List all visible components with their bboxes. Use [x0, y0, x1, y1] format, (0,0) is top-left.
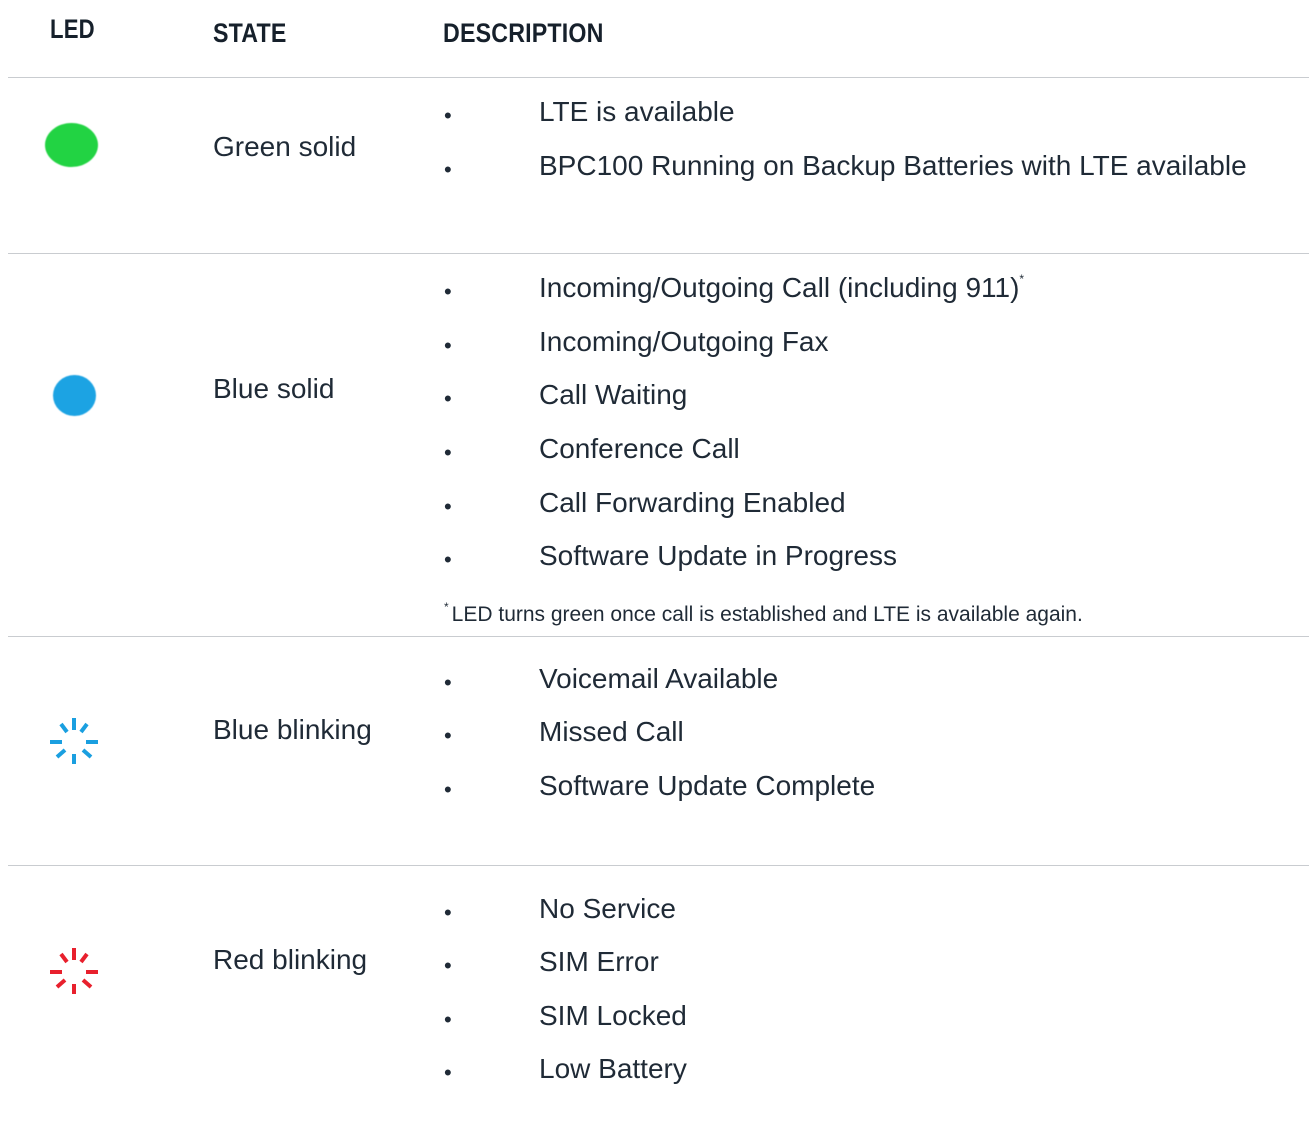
bullet-icon: •: [444, 953, 452, 978]
row-divider: [8, 253, 1309, 254]
state-label: Blue solid: [213, 373, 335, 404]
column-header-state: STATE: [213, 18, 287, 48]
description-item: Software Update in Progress: [539, 540, 897, 571]
bullet-icon: •: [444, 157, 452, 182]
description-item: Missed Call: [539, 716, 684, 747]
led-blue-blinking-icon: [50, 718, 98, 764]
led-red-blinking-icon: [50, 948, 98, 994]
bullet-icon: •: [444, 900, 452, 925]
bullet-icon: •: [444, 440, 452, 465]
description-item: Conference Call: [539, 433, 740, 464]
bullet-icon: •: [444, 386, 452, 411]
bullet-icon: •: [444, 1060, 452, 1085]
column-header-led: LED: [50, 14, 95, 44]
state-label: Blue blinking: [213, 714, 372, 745]
description-item: SIM Error: [539, 946, 659, 977]
footnote-marker: *: [444, 600, 449, 614]
description-item: Call Forwarding Enabled: [539, 487, 846, 518]
description-item: SIM Locked: [539, 1000, 687, 1031]
row-divider: [8, 636, 1309, 637]
row-divider: [8, 77, 1309, 78]
state-label: Green solid: [213, 131, 357, 162]
bullet-icon: •: [444, 547, 452, 572]
bullet-icon: •: [444, 723, 452, 748]
led-green-solid-icon: [45, 123, 98, 167]
description-item-text: Incoming/Outgoing Call (including 911): [539, 272, 1020, 303]
bullet-icon: •: [444, 103, 452, 128]
bullet-icon: •: [444, 333, 452, 358]
state-label: Red blinking: [213, 944, 368, 975]
row-divider: [8, 865, 1309, 866]
description-item: No Service: [539, 893, 676, 924]
bullet-icon: •: [444, 670, 452, 695]
description-item: Low Battery: [539, 1053, 687, 1084]
bullet-icon: •: [444, 494, 452, 519]
column-header-description: DESCRIPTION: [443, 18, 604, 48]
footnote: * LED turns green once call is establishe…: [444, 600, 1083, 627]
description-item: LTE is available: [539, 96, 735, 127]
description-item: Incoming/Outgoing Fax: [539, 326, 829, 357]
bullet-icon: •: [444, 777, 452, 802]
led-blue-solid-icon: [53, 375, 96, 416]
bullet-icon: •: [444, 279, 452, 304]
description-item: Incoming/Outgoing Call (including 911)*: [539, 272, 1024, 304]
footnote-marker: *: [1019, 272, 1025, 286]
description-item: Software Update Complete: [539, 770, 876, 801]
bullet-icon: •: [444, 1007, 452, 1032]
footnote-text: LED turns green once call is established…: [451, 603, 1083, 626]
description-item: Voicemail Available: [539, 663, 779, 694]
description-item: Call Waiting: [539, 379, 688, 410]
description-item: BPC100 Running on Backup Batteries with …: [539, 150, 1247, 181]
